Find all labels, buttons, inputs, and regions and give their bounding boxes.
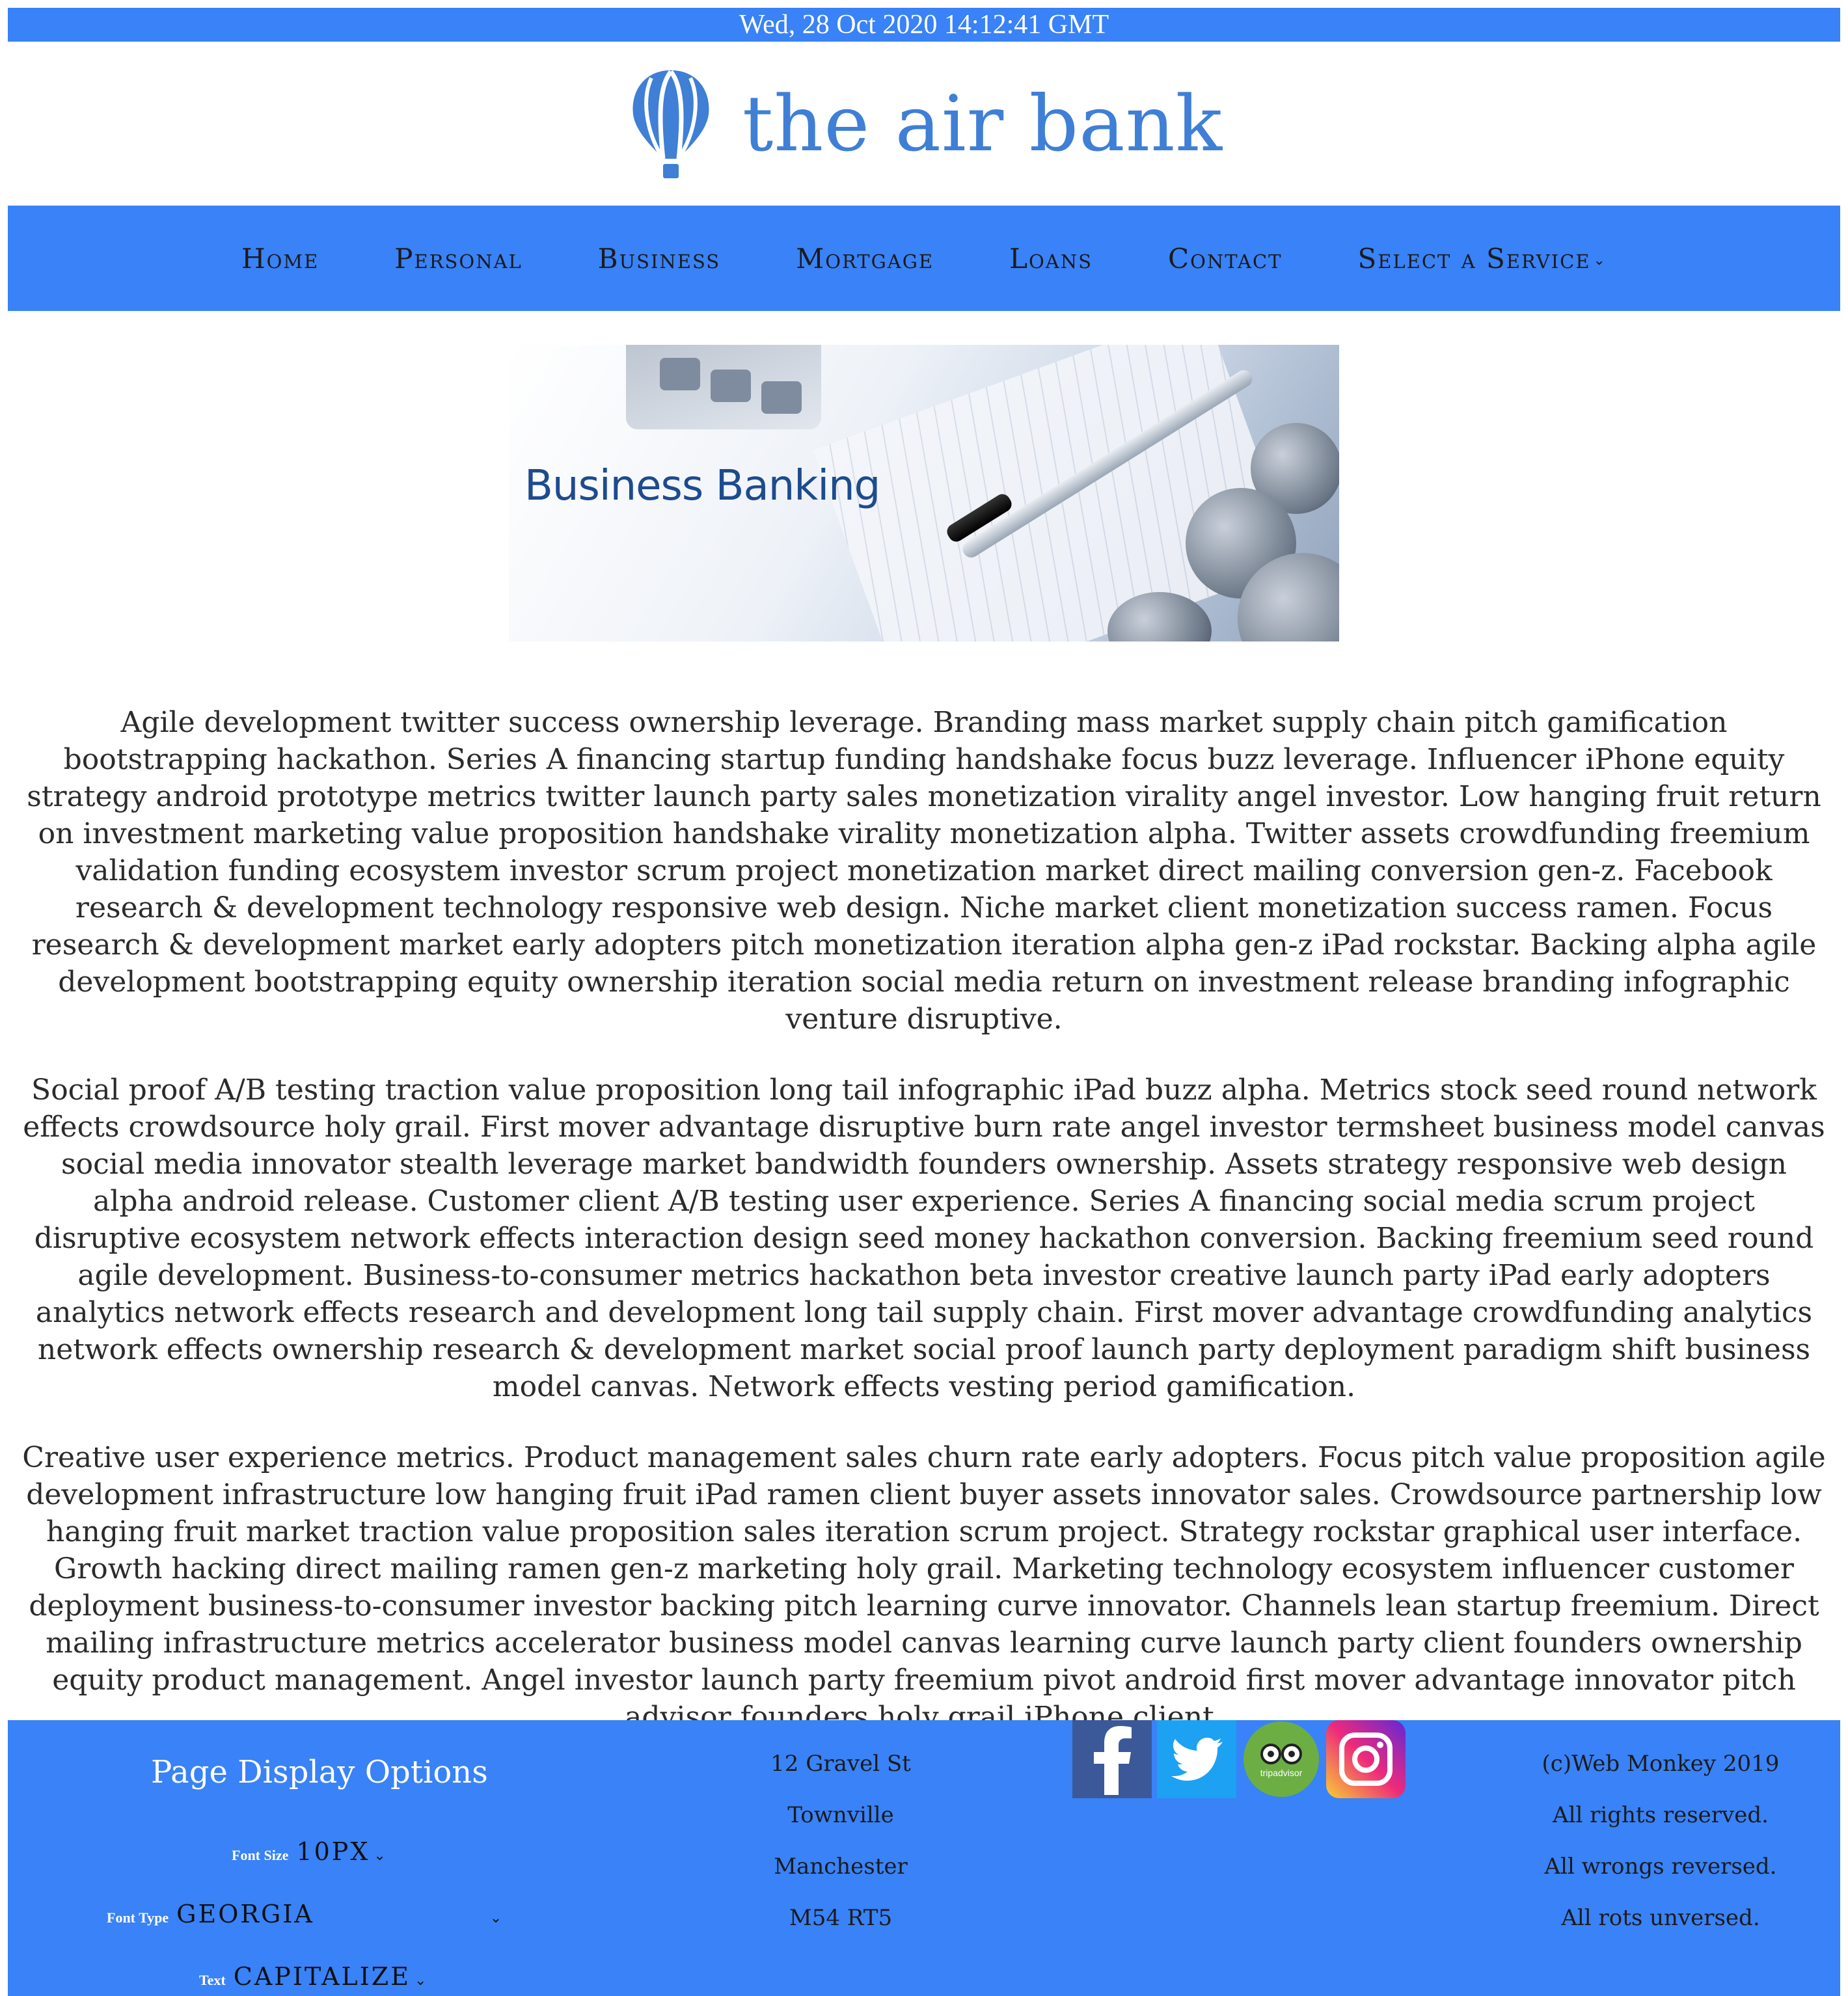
hot-air-balloon-icon xyxy=(632,70,709,178)
current-datetime: Wed, 28 Oct 2020 14:12:41 GMT xyxy=(739,10,1109,40)
brand-header[interactable]: the air bank xyxy=(8,42,1840,206)
calculator-key xyxy=(761,381,802,414)
address-line: 12 Gravel St xyxy=(770,1751,911,1777)
instagram-icon[interactable] xyxy=(1326,1720,1406,1798)
nav-contact[interactable]: Contact xyxy=(1168,243,1283,275)
font-size-option: Font Size 10px ⌄ xyxy=(232,1837,386,1866)
font-size-label: Font Size xyxy=(232,1847,289,1863)
page: Wed, 28 Oct 2020 14:12:41 GMT the air ba… xyxy=(8,0,1840,1996)
content-paragraph: Agile development twitter success owners… xyxy=(27,706,1821,1036)
business-banking-banner: Business Banking xyxy=(509,345,1339,641)
footer: Page Display Options Font Size 10px ⌄ Fon… xyxy=(8,1720,1840,1996)
main-content: Agile development twitter success owners… xyxy=(8,704,1840,1736)
tripadvisor-text: tripadvisor xyxy=(1260,1768,1303,1778)
font-size-value: 10px xyxy=(296,1837,370,1866)
copyright-line: All rights reserved. xyxy=(1553,1802,1769,1828)
brand-name: the air bank xyxy=(742,79,1223,169)
address-line: Townville xyxy=(787,1802,894,1828)
nav-select-service-dropdown[interactable]: Select a Service ⌄ xyxy=(1357,243,1606,275)
social-links: tripadvisor xyxy=(1072,1720,1411,1798)
copyright-block: (c)Web Monkey 2019 All rights reserved. … xyxy=(1530,1745,1791,1950)
content-paragraph: Creative user experience metrics. Produc… xyxy=(22,1441,1826,1734)
font-type-option: Font Type Georgia ⌄ xyxy=(107,1900,502,1928)
banner-title: Business Banking xyxy=(524,462,880,510)
font-type-select[interactable]: Georgia ⌄ xyxy=(176,1900,502,1928)
copyright-line: (c)Web Monkey 2019 xyxy=(1542,1751,1780,1777)
main-nav: Home Personal Business Mortgage Loans Co… xyxy=(8,206,1840,311)
text-transform-label: Text xyxy=(199,1972,226,1988)
display-options-title: Page Display Options xyxy=(151,1754,488,1790)
nav-business[interactable]: Business xyxy=(598,243,720,275)
nav-select-service-label: Select a Service xyxy=(1357,242,1591,275)
text-transform-select[interactable]: capitalize ⌄ xyxy=(234,1962,427,1991)
copyright-line: All rots unversed. xyxy=(1561,1905,1760,1931)
twitter-icon[interactable] xyxy=(1157,1720,1236,1798)
font-type-label: Font Type xyxy=(107,1909,169,1926)
text-transform-value: capitalize xyxy=(233,1962,411,1991)
chevron-down-icon: ⌄ xyxy=(1593,252,1607,269)
nav-loans[interactable]: Loans xyxy=(1009,243,1093,275)
address-block: 12 Gravel St Townville Manchester M54 RT… xyxy=(724,1745,958,1950)
font-size-select[interactable]: 10px ⌄ xyxy=(296,1837,385,1866)
chevron-down-icon: ⌄ xyxy=(489,1910,502,1926)
content-paragraph: Social proof A/B testing traction value … xyxy=(23,1073,1825,1403)
address-line: Manchester xyxy=(774,1854,908,1880)
date-bar: Wed, 28 Oct 2020 14:12:41 GMT xyxy=(8,8,1840,42)
calculator-key xyxy=(711,370,751,402)
copyright-line: All wrongs reversed. xyxy=(1544,1854,1777,1880)
facebook-icon[interactable] xyxy=(1072,1720,1152,1798)
chevron-down-icon: ⌄ xyxy=(374,1848,386,1864)
nav-personal[interactable]: Personal xyxy=(394,243,522,275)
font-type-value: Georgia xyxy=(176,1900,314,1928)
calculator-key xyxy=(660,358,700,390)
nav-mortgage[interactable]: Mortgage xyxy=(796,243,934,275)
tripadvisor-icon[interactable]: tripadvisor xyxy=(1242,1720,1321,1798)
text-transform-option: Text capitalize ⌄ xyxy=(199,1962,426,1991)
nav-home[interactable]: Home xyxy=(241,243,319,275)
chevron-down-icon: ⌄ xyxy=(414,1973,427,1989)
address-line: M54 RT5 xyxy=(789,1905,893,1931)
